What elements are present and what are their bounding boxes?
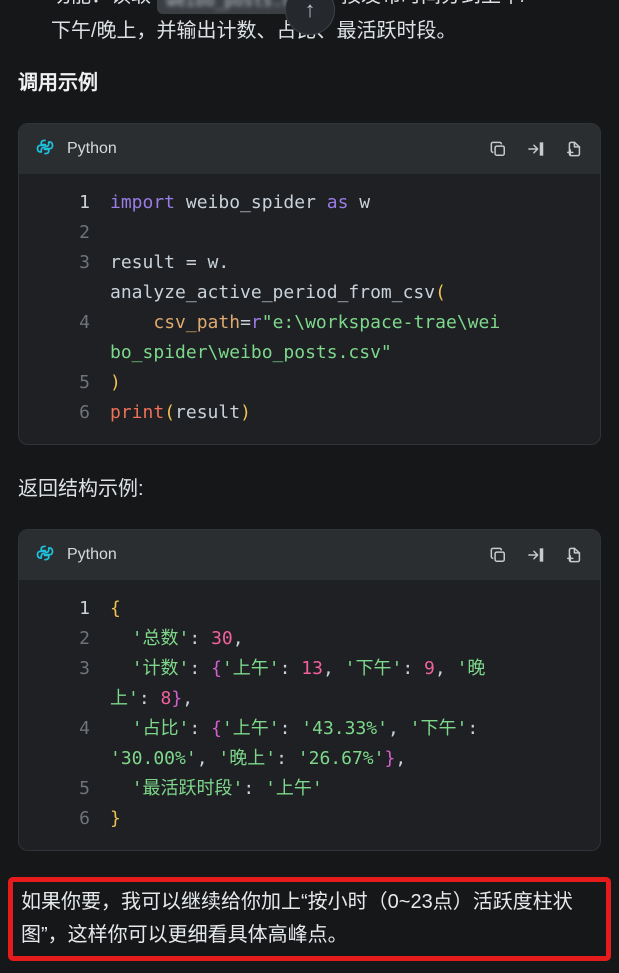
line-number: 4 (79, 312, 90, 333)
line-number: 3 (79, 658, 90, 679)
code-line: 3 result = w. analyze_active_period_from_… (19, 248, 600, 308)
code-line: 6 print(result) (19, 398, 600, 428)
code-line-content: { (110, 598, 121, 619)
copy-icon[interactable] (488, 139, 508, 159)
code-toolbar (488, 139, 584, 159)
line-number: 2 (79, 222, 90, 243)
python-logo-icon (35, 137, 55, 162)
python-logo-icon (35, 543, 55, 568)
section-title-call-example: 调用示例 (18, 72, 98, 94)
insert-code-icon[interactable] (526, 139, 546, 159)
code-language-label: Python (67, 140, 117, 157)
line-number: 4 (79, 718, 90, 739)
code-editor-content: 1{2 '总数': 30, 3 '计数': {'上午': 13, '下午': 9,… (19, 580, 600, 850)
code-line-content: '占比': {'上午': '43.33%', '下午': '30.00%', '… (110, 718, 479, 769)
code-toolbar (488, 545, 584, 565)
line-number: 3 (79, 252, 90, 273)
code-editor-content: 1 import weibo_spider as w 2 3 result = w. a… (19, 174, 600, 444)
code-line: 4 '占比': {'上午': '43.33%', '下午': '30.00%',… (19, 714, 600, 774)
code-block-header: Python (19, 530, 600, 580)
code-line-content: ) (110, 372, 121, 393)
line-number: 6 (79, 808, 90, 829)
line-number: 6 (79, 402, 90, 423)
code-line-content: '计数': {'上午': 13, '下午': 9, '晚 上': 8}, (110, 658, 486, 709)
code-line-content (90, 218, 600, 248)
code-line-content: '最活跃时段': '上午' (131, 778, 323, 799)
code-line-content: } (110, 808, 121, 829)
code-line: 1 import weibo_spider as w (19, 188, 600, 218)
code-line-content: '总数': 30, (131, 628, 244, 649)
chat-message-panel: 功能：读取 weibo_posts.csv，按发布时间分到上午/ 下午/晚上，并… (0, 0, 619, 961)
annotation-highlight-box: 如果你要，我可以继续给你加上“按小时（0~23点）活跃度柱状 图”，这样你可以更… (8, 877, 611, 961)
code-block-header: Python (19, 124, 600, 174)
intro-text-prefix: 功能：读取 (51, 0, 157, 7)
new-file-icon[interactable] (564, 545, 584, 565)
line-number: 5 (79, 778, 90, 799)
code-line-content: result = w. analyze_active_period_from_c… (110, 252, 446, 303)
code-line-content: csv_path=r"e:\workspace-trae\wei bo_spid… (110, 312, 501, 363)
insert-code-icon[interactable] (526, 545, 546, 565)
code-line: 6} (19, 804, 600, 834)
section-title-return-example: 返回结构示例: (18, 478, 144, 500)
code-line: 2 '总数': 30, (19, 624, 600, 654)
line-number: 2 (79, 628, 90, 649)
copy-icon[interactable] (488, 545, 508, 565)
code-line: 4 csv_path=r"e:\workspace-trae\wei bo_sp… (19, 308, 600, 368)
code-block-call-example: Python 1 import weibo_spider as w 2 3 result… (18, 123, 601, 445)
code-line: 5) (19, 368, 600, 398)
intro-text-suffix: ，按发布时间分到上午/ (321, 0, 527, 7)
code-language-label: Python (67, 546, 117, 563)
line-number: 5 (79, 372, 90, 393)
line-number: 1 (79, 598, 90, 619)
new-file-icon[interactable] (564, 139, 584, 159)
line-number: 1 (79, 192, 90, 213)
code-line: 2 (19, 218, 600, 248)
code-line-content: import weibo_spider as w (110, 192, 371, 213)
code-line: 5 '最活跃时段': '上午' (19, 774, 600, 804)
code-block-return-example: Python 1{2 '总数': 30, 3 '计数': {'上午': 13, '… (18, 529, 601, 851)
arrow-up-icon: ↑ (304, 0, 316, 22)
code-line: 1{ (19, 594, 600, 624)
code-line: 3 '计数': {'上午': 13, '下午': 9, '晚 上': 8}, (19, 654, 600, 714)
code-line-content: print(result) (110, 402, 251, 423)
